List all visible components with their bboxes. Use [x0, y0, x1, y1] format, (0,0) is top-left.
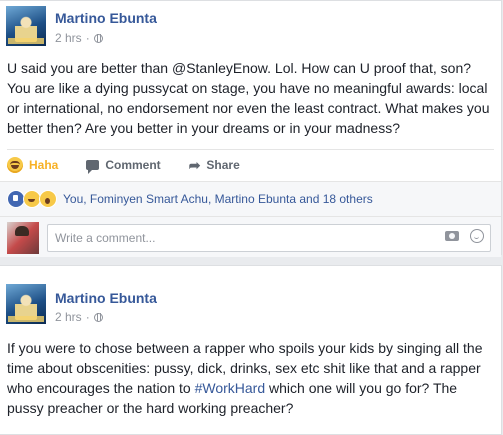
haha-button[interactable]: Haha — [7, 150, 58, 180]
hashtag-link[interactable]: #WorkHard — [195, 380, 266, 396]
reactions-summary[interactable]: You, Fominyen Smart Achu, Martino Ebunta… — [0, 181, 501, 216]
reaction-names[interactable]: You, Fominyen Smart Achu, Martino Ebunta… — [63, 192, 373, 206]
post-actions: Haha Comment ➦ Share — [7, 149, 494, 180]
author-name[interactable]: Martino Ebunta — [55, 10, 157, 26]
post-timestamp[interactable]: 2 hrs — [55, 310, 82, 324]
author-name[interactable]: Martino Ebunta — [55, 290, 157, 306]
user-avatar — [7, 222, 39, 254]
post-text: U said you are better than @StanleyEnow.… — [7, 60, 490, 136]
post-timestamp[interactable]: 2 hrs — [55, 31, 82, 45]
haha-label: Haha — [29, 158, 59, 172]
emoji-icon[interactable] — [470, 229, 484, 243]
share-label: Share — [206, 158, 240, 172]
comment-icon — [86, 160, 100, 174]
reaction-icons — [7, 190, 57, 208]
comment-label: Comment — [105, 158, 161, 172]
haha-icon — [7, 157, 23, 173]
camera-icon[interactable] — [445, 231, 459, 241]
post-card: Martino Ebunta 2 hrs · U said you are be… — [0, 0, 502, 257]
comment-button[interactable]: Comment — [86, 150, 161, 180]
author-avatar[interactable] — [6, 6, 46, 46]
post-meta: 2 hrs · — [55, 310, 103, 324]
post-text: If you were to chose between a rapper wh… — [7, 338, 491, 418]
share-icon: ➦ — [188, 156, 201, 173]
globe-icon[interactable] — [93, 312, 103, 322]
comment-composer: Write a comment... — [0, 216, 501, 257]
meta-separator: · — [85, 310, 90, 324]
meta-separator: · — [85, 31, 90, 45]
wow-icon — [39, 190, 57, 208]
comment-input[interactable]: Write a comment... — [47, 224, 491, 252]
author-avatar[interactable] — [6, 284, 46, 324]
post-card: Martino Ebunta 2 hrs · If you were to ch… — [0, 265, 502, 435]
post-meta: 2 hrs · — [55, 31, 103, 45]
share-button[interactable]: ➦ Share — [189, 150, 240, 180]
globe-icon[interactable] — [93, 33, 103, 43]
